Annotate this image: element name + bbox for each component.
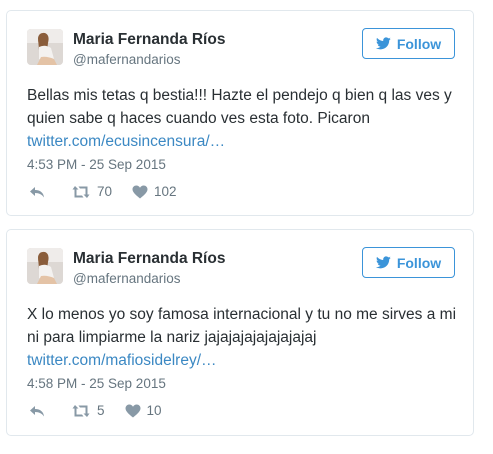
tweet-actions: 70 102 bbox=[29, 184, 177, 199]
username[interactable]: @mafernandarios bbox=[73, 52, 181, 67]
twitter-bird-icon bbox=[375, 256, 391, 269]
follow-button[interactable]: Follow bbox=[362, 28, 455, 59]
tweet-card: Maria Fernanda Ríos @mafernandarios Foll… bbox=[6, 229, 474, 436]
like-count: 102 bbox=[154, 184, 177, 199]
timestamp[interactable]: 4:53 PM - 25 Sep 2015 bbox=[27, 157, 166, 172]
avatar[interactable] bbox=[27, 29, 63, 65]
heart-icon bbox=[132, 185, 148, 199]
tweet-card: Maria Fernanda Ríos @mafernandarios Foll… bbox=[6, 10, 474, 216]
reply-button[interactable] bbox=[29, 185, 45, 199]
tweet-body: Bellas mis tetas q bestia!!! Hazte el pe… bbox=[27, 87, 452, 127]
display-name[interactable]: Maria Fernanda Ríos bbox=[73, 250, 225, 268]
retweet-icon bbox=[71, 185, 91, 199]
display-name[interactable]: Maria Fernanda Ríos bbox=[73, 31, 225, 49]
heart-icon bbox=[125, 404, 141, 418]
retweet-count: 70 bbox=[97, 184, 113, 199]
twitter-bird-icon bbox=[375, 37, 391, 50]
tweet-actions: 5 10 bbox=[29, 403, 162, 418]
follow-button[interactable]: Follow bbox=[362, 247, 455, 278]
tweet-body: X lo menos yo soy famosa internacional y… bbox=[27, 306, 457, 346]
avatar[interactable] bbox=[27, 248, 63, 284]
tweet-link[interactable]: twitter.com/ecusincensura/… bbox=[27, 130, 225, 153]
follow-label: Follow bbox=[396, 254, 442, 271]
like-button[interactable]: 10 bbox=[125, 403, 162, 418]
tweet-text: Bellas mis tetas q bestia!!! Hazte el pe… bbox=[27, 84, 459, 153]
retweet-button[interactable]: 70 bbox=[71, 184, 112, 199]
retweet-button[interactable]: 5 bbox=[71, 403, 105, 418]
retweet-icon bbox=[71, 404, 91, 418]
reply-icon bbox=[29, 404, 45, 418]
username[interactable]: @mafernandarios bbox=[73, 271, 181, 286]
retweet-count: 5 bbox=[97, 403, 105, 418]
tweet-text: X lo menos yo soy famosa internacional y… bbox=[27, 303, 459, 372]
follow-label: Follow bbox=[396, 35, 442, 52]
reply-icon bbox=[29, 185, 45, 199]
like-button[interactable]: 102 bbox=[132, 184, 177, 199]
reply-button[interactable] bbox=[29, 404, 45, 418]
timestamp[interactable]: 4:58 PM - 25 Sep 2015 bbox=[27, 376, 166, 391]
tweet-link[interactable]: twitter.com/mafiosidelrey/… bbox=[27, 349, 217, 372]
like-count: 10 bbox=[146, 403, 162, 418]
